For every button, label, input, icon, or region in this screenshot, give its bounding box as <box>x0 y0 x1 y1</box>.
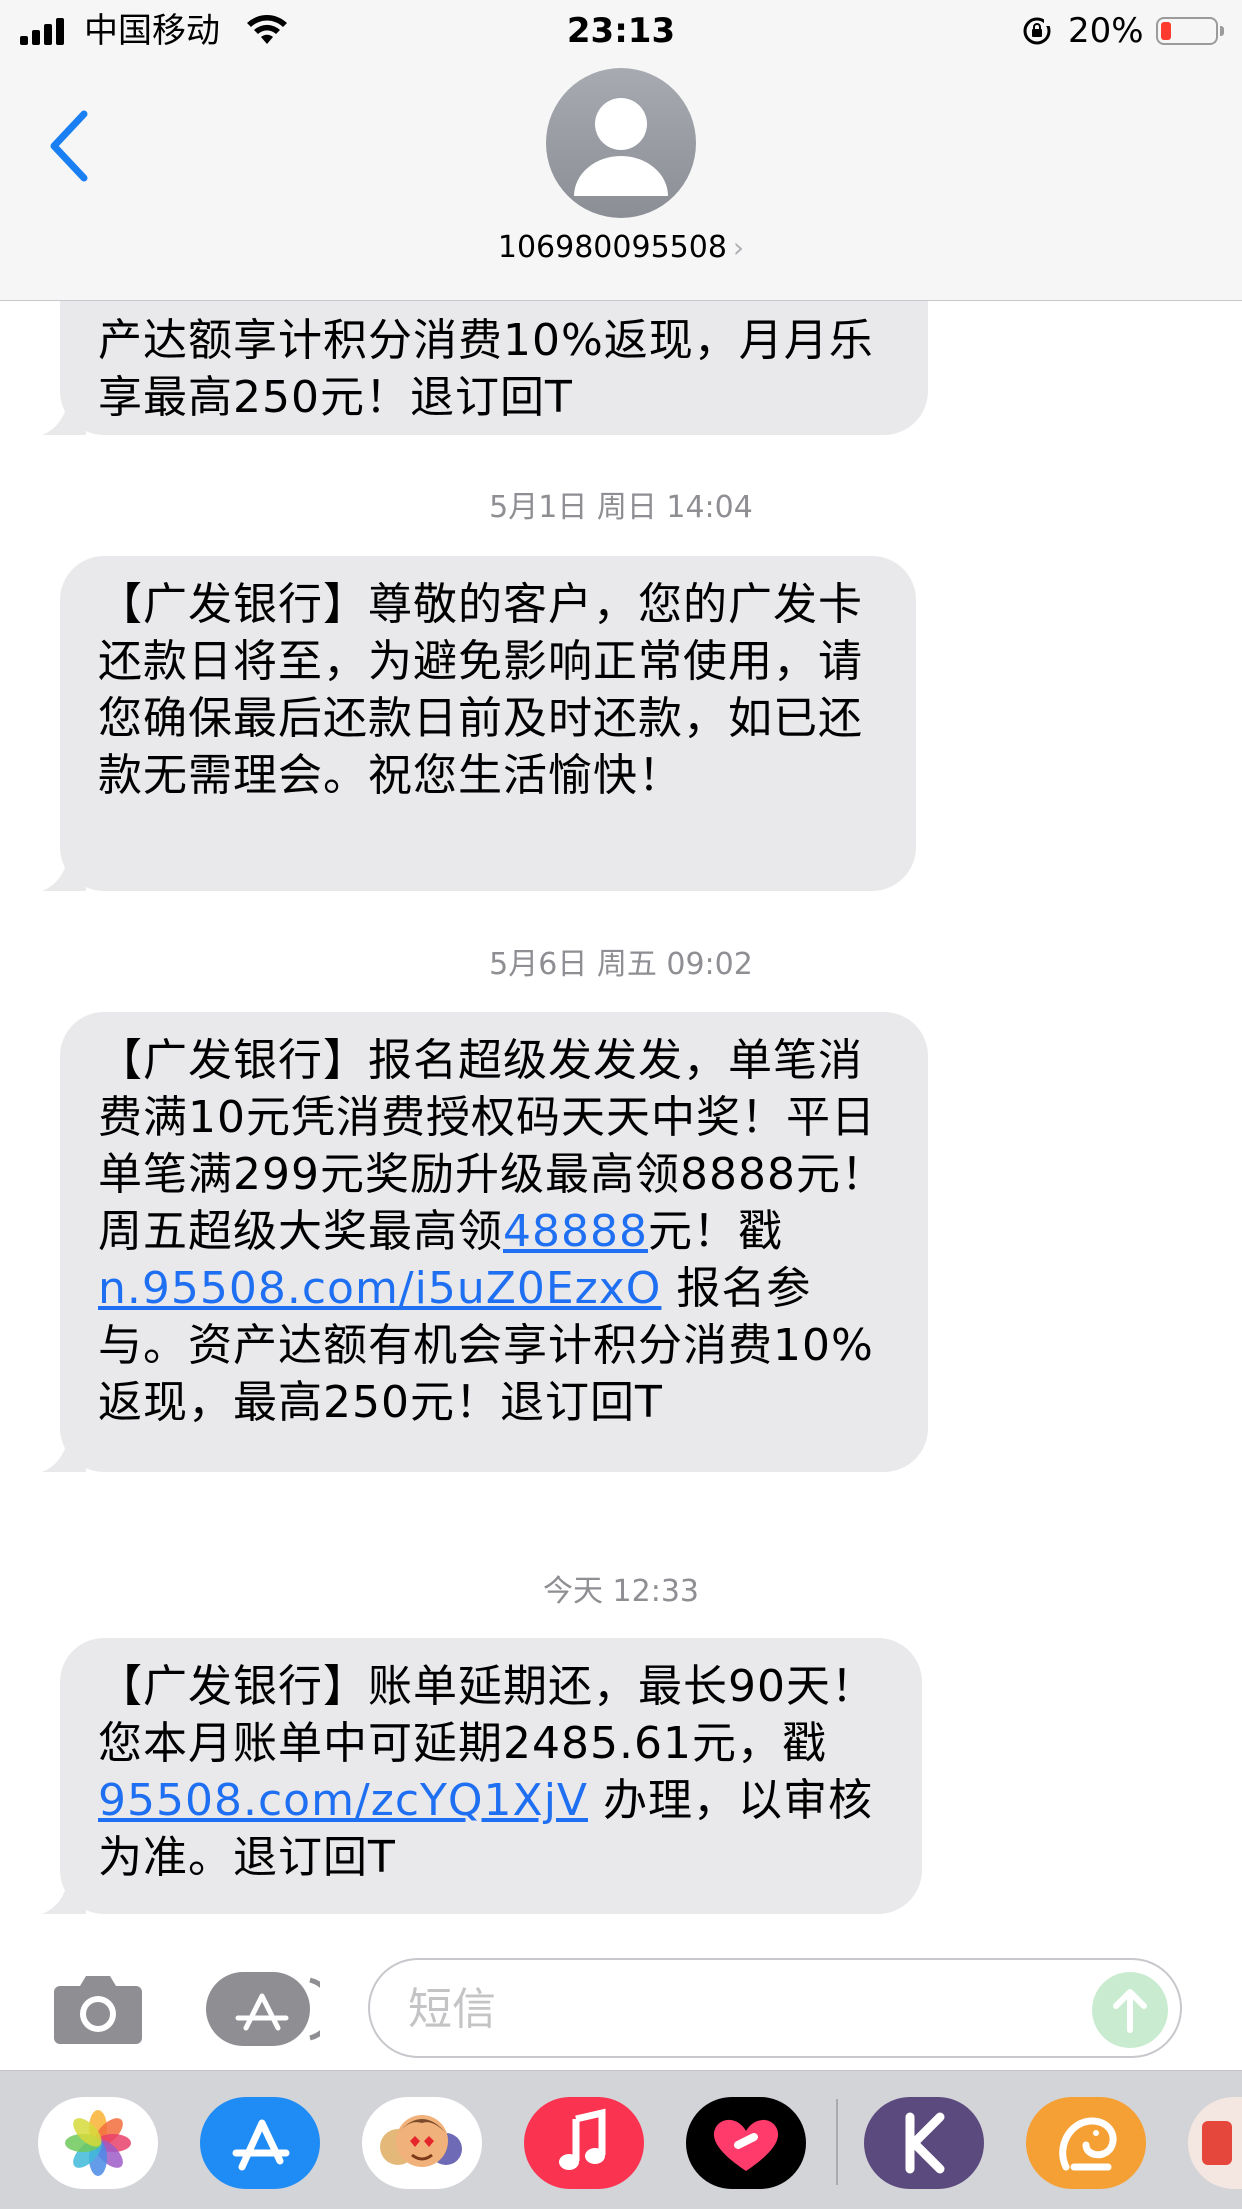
chevron-right-icon: › <box>732 231 745 264</box>
app-drawer <box>0 2070 1242 2209</box>
contact-avatar[interactable] <box>546 68 696 218</box>
message-bubble[interactable]: 【广发银行】账单延期还，最长90天！您本月账单中可延期2485.61元，戳 95… <box>42 1638 922 1914</box>
music-note-icon <box>559 2108 606 2170</box>
message-text: 元！戳 <box>647 1206 783 1257</box>
app-store-icon <box>232 2119 290 2171</box>
music-app[interactable] <box>524 2097 644 2189</box>
message-timestamp: 5月1日 周日 14:04 <box>489 490 753 525</box>
message-text: 产达额享计积分消费10%返现，月月乐享最高250元！退订回T <box>98 315 874 423</box>
message-text: 【广发银行】账单延期还，最长90天！您本月账单中可延期2485.61元，戳 <box>98 1661 876 1769</box>
squirrel-icon <box>1059 2117 1117 2171</box>
app-store-app[interactable] <box>200 2097 320 2189</box>
message-timestamp: 5月6日 周五 09:02 <box>489 947 753 982</box>
k-letter-icon <box>905 2112 945 2174</box>
battery-icon <box>1156 17 1224 45</box>
memoji-icon <box>380 2115 462 2167</box>
message-text: 【广发银行】尊敬的客户，您的广发卡还款日将至，为避免影响正常使用，请您确保最后还… <box>98 579 863 801</box>
camera-icon[interactable] <box>52 1972 144 2046</box>
message-bubble[interactable]: 【广发银行】报名超级发发发，单笔消费满10元凭消费授权码天天中奖！平日单笔满29… <box>42 1012 928 1472</box>
conversation-header: 106980095508 › <box>0 62 1242 301</box>
chevron-left-icon[interactable] <box>44 106 94 186</box>
bubble-tail <box>42 851 86 891</box>
photos-app[interactable] <box>38 2097 158 2189</box>
drawer-divider <box>836 2099 838 2185</box>
app-icon <box>1202 2121 1232 2165</box>
message-field[interactable] <box>368 1958 1182 2058</box>
digital-touch-app[interactable] <box>686 2097 806 2189</box>
rotation-lock-icon <box>1023 17 1052 45</box>
message-bubble[interactable]: 产达额享计积分消费10%返现，月月乐享最高250元！退订回T <box>42 300 928 435</box>
contact-number[interactable]: 106980095508 › <box>0 228 1242 268</box>
k-app[interactable] <box>864 2097 984 2189</box>
message-link[interactable]: 48888 <box>503 1206 648 1257</box>
uc-browser-app[interactable] <box>1026 2097 1146 2189</box>
message-list[interactable]: 产达额享计积分消费10%返现，月月乐享最高250元！退订回T 5月1日 周日 1… <box>0 300 1242 1950</box>
bubble-tail <box>42 1432 86 1472</box>
memoji-app[interactable] <box>362 2097 482 2189</box>
status-bar: 中国移动 23:13 20% <box>0 0 1242 62</box>
message-link[interactable]: n.95508.com/i5uZ0EzxO <box>98 1263 661 1314</box>
bubble-tail <box>42 395 86 435</box>
send-button[interactable] <box>1092 1972 1168 2048</box>
bubble-tail <box>42 1874 86 1914</box>
app-store-icon[interactable] <box>206 1972 320 2046</box>
status-time: 23:13 <box>566 11 676 51</box>
message-timestamp: 今天 12:33 <box>543 1574 699 1609</box>
battery-percentage: 20% <box>1068 11 1144 51</box>
heart-icon <box>713 2119 779 2171</box>
partial-app[interactable] <box>1188 2097 1242 2189</box>
photos-icon <box>65 2110 131 2176</box>
person-icon <box>574 98 668 196</box>
message-composer <box>0 1950 1242 2070</box>
arrow-up-icon <box>1113 1989 1147 2033</box>
message-input[interactable] <box>406 1978 1050 2040</box>
message-bubble[interactable]: 【广发银行】尊敬的客户，您的广发卡还款日将至，为避免影响正常使用，请您确保最后还… <box>42 556 916 891</box>
contact-number-label: 106980095508 <box>497 230 727 265</box>
message-link[interactable]: 95508.com/zcYQ1XjV <box>98 1775 588 1826</box>
